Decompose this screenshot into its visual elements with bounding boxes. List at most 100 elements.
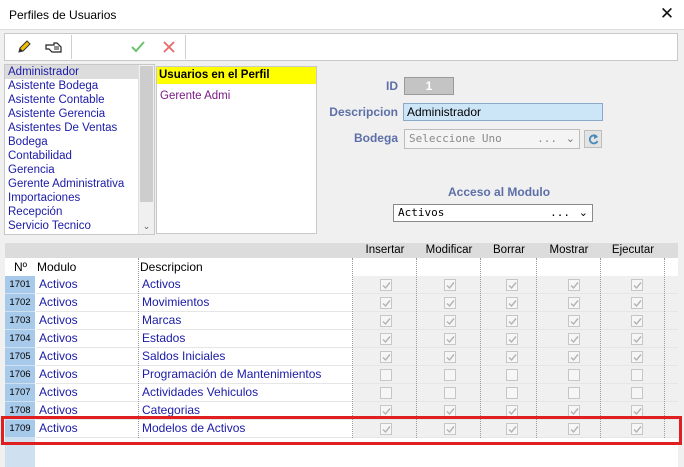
row-descripcion[interactable]: Estados (139, 330, 352, 347)
permission-checkbox[interactable] (631, 423, 643, 435)
permission-checkbox[interactable] (380, 351, 392, 363)
permission-checkbox[interactable] (506, 279, 518, 291)
cancel-button[interactable] (156, 35, 182, 59)
header-num[interactable]: Nº (14, 260, 27, 275)
row-modulo[interactable]: Activos (36, 294, 138, 311)
permission-checkbox[interactable] (444, 405, 456, 417)
row-modulo[interactable]: Activos (36, 312, 138, 329)
header-mostrar[interactable]: Mostrar (537, 243, 601, 258)
permission-checkbox[interactable] (631, 279, 643, 291)
row-modulo[interactable]: Activos (36, 402, 138, 419)
permission-checkbox[interactable] (506, 351, 518, 363)
permission-checkbox[interactable] (631, 387, 643, 399)
profiles-scrollbar[interactable]: ⌄ (138, 65, 154, 234)
bodega-select[interactable]: Seleccione Uno ... ⌄ (404, 129, 580, 149)
permission-checkbox[interactable] (631, 405, 643, 417)
permission-checkbox[interactable] (444, 369, 456, 381)
descripcion-input[interactable]: Administrador (403, 103, 603, 121)
row-descripcion[interactable]: Saldos Iniciales (139, 348, 352, 365)
profiles-list[interactable]: Administrador Asistente Bodega Asistente… (4, 64, 155, 235)
profile-item[interactable]: Asistente Bodega (5, 79, 139, 93)
row-descripcion[interactable]: Marcas (139, 312, 352, 329)
permission-checkbox[interactable] (631, 333, 643, 345)
profile-item[interactable]: Bodega (5, 135, 139, 149)
permission-checkbox[interactable] (631, 351, 643, 363)
row-modulo[interactable]: Activos (36, 276, 138, 293)
header-descripcion[interactable]: Descripcion (140, 260, 203, 275)
permission-checkbox[interactable] (444, 333, 456, 345)
permission-checkbox[interactable] (506, 423, 518, 435)
scroll-down-icon[interactable]: ⌄ (139, 219, 154, 234)
refresh-button[interactable] (584, 130, 602, 148)
permission-checkbox[interactable] (380, 333, 392, 345)
permission-checkbox[interactable] (380, 369, 392, 381)
table-row[interactable]: 1702 Activos Movimientos (5, 294, 678, 312)
permission-checkbox[interactable] (506, 333, 518, 345)
permission-checkbox[interactable] (568, 423, 580, 435)
row-descripcion[interactable]: Categorias (139, 402, 352, 419)
row-descripcion[interactable]: Movimientos (139, 294, 352, 311)
row-descripcion[interactable]: Actividades Vehiculos (139, 384, 352, 401)
permission-checkbox[interactable] (568, 333, 580, 345)
profile-item[interactable]: Asistente Contable (5, 93, 139, 107)
accept-button[interactable] (125, 35, 151, 59)
header-borrar[interactable]: Borrar (481, 243, 537, 258)
edit-button[interactable] (11, 35, 37, 59)
permission-checkbox[interactable] (380, 297, 392, 309)
permission-checkbox[interactable] (444, 387, 456, 399)
permission-checkbox[interactable] (631, 369, 643, 381)
permission-checkbox[interactable] (444, 315, 456, 327)
profile-item[interactable]: Contabilidad (5, 149, 139, 163)
row-modulo[interactable]: Activos (36, 366, 138, 383)
permission-checkbox[interactable] (444, 351, 456, 363)
row-modulo[interactable]: Activos (36, 330, 138, 347)
permission-checkbox[interactable] (506, 297, 518, 309)
permission-checkbox[interactable] (568, 279, 580, 291)
profile-item[interactable]: Gerencia (5, 163, 139, 177)
table-row[interactable]: 1705 Activos Saldos Iniciales (5, 348, 678, 366)
profile-item[interactable]: Servicio Tecnico (5, 219, 139, 233)
row-descripcion[interactable]: Programación de Mantenimientos (139, 366, 352, 383)
table-row[interactable]: 1708 Activos Categorias (5, 402, 678, 420)
modulo-select[interactable]: Activos ... ⌄ (393, 204, 593, 222)
permission-checkbox[interactable] (380, 387, 392, 399)
header-insertar[interactable]: Insertar (353, 243, 417, 258)
permission-checkbox[interactable] (380, 315, 392, 327)
permission-checkbox[interactable] (568, 351, 580, 363)
profile-item[interactable]: Gerente Administrativa (5, 177, 139, 191)
permission-checkbox[interactable] (444, 297, 456, 309)
header-modulo[interactable]: Modulo (37, 260, 76, 275)
permission-checkbox[interactable] (631, 315, 643, 327)
permission-checkbox[interactable] (380, 279, 392, 291)
table-row[interactable]: 1704 Activos Estados (5, 330, 678, 348)
user-item[interactable]: Gerente Admi (157, 89, 316, 103)
select-button[interactable] (41, 35, 67, 59)
permission-checkbox[interactable] (631, 297, 643, 309)
row-modulo[interactable]: Activos (36, 384, 138, 401)
row-descripcion[interactable]: Modelos de Activos (139, 420, 352, 437)
permission-checkbox[interactable] (380, 423, 392, 435)
row-modulo[interactable]: Activos (36, 420, 138, 437)
profile-item[interactable]: Recepción (5, 205, 139, 219)
row-modulo[interactable]: Activos (36, 348, 138, 365)
header-modificar[interactable]: Modificar (417, 243, 481, 258)
table-row[interactable]: 1706 Activos Programación de Mantenimiento… (5, 366, 678, 384)
header-ejecutar[interactable]: Ejecutar (601, 243, 665, 258)
permission-checkbox[interactable] (568, 387, 580, 399)
permission-checkbox[interactable] (568, 369, 580, 381)
scrollbar-thumb[interactable] (140, 66, 153, 202)
permission-checkbox[interactable] (506, 405, 518, 417)
table-row[interactable]: 1707 Activos Actividades Vehiculos (5, 384, 678, 402)
profile-item[interactable]: Importaciones (5, 191, 139, 205)
profile-item[interactable]: Administrador (5, 65, 139, 79)
permission-checkbox[interactable] (568, 405, 580, 417)
profile-item[interactable]: Asistente Gerencia (5, 107, 139, 121)
close-icon[interactable]: ✕ (650, 0, 684, 30)
permission-checkbox[interactable] (380, 405, 392, 417)
permission-checkbox[interactable] (506, 387, 518, 399)
permission-checkbox[interactable] (444, 279, 456, 291)
table-row[interactable]: 1709 Activos Modelos de Activos (5, 420, 678, 438)
table-row[interactable]: 1703 Activos Marcas (5, 312, 678, 330)
row-descripcion[interactable]: Activos (139, 276, 352, 293)
permission-checkbox[interactable] (568, 297, 580, 309)
